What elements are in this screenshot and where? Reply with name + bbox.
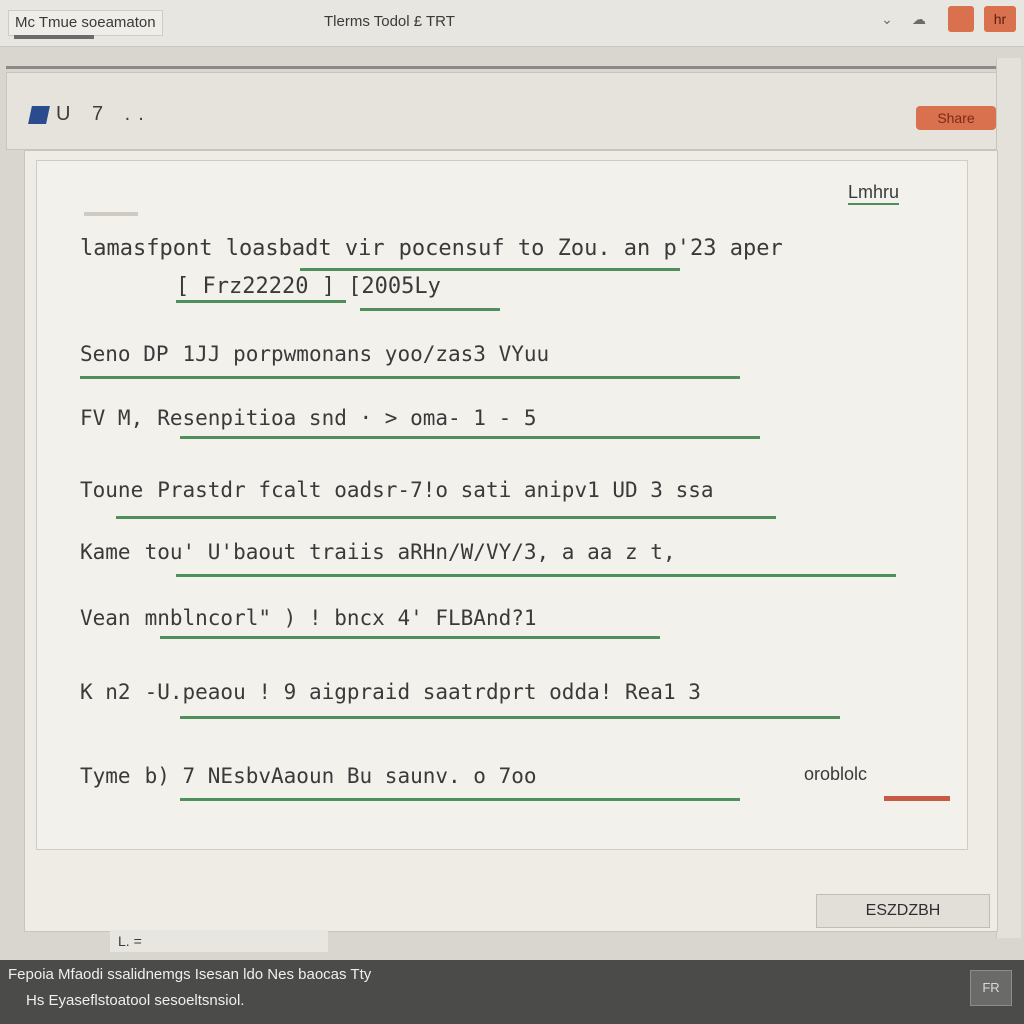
side-panel xyxy=(996,58,1021,938)
toolbar-tools-label: U 7 .. xyxy=(56,103,152,125)
document-line: K n2 -U.peaou ! 9 aigpraid saatrdprt odda… xyxy=(80,680,701,704)
document-line: Tyme b) 7 NEsbvAaoun Bu saunv. o 7oo xyxy=(80,764,537,788)
line-label: FV M, xyxy=(80,406,144,430)
line-label: Seno DP xyxy=(80,342,169,366)
green-underline xyxy=(180,436,760,439)
close-button[interactable]: hr xyxy=(984,6,1016,32)
line-label: K n2 xyxy=(80,680,131,704)
line-label: lamasfpont loasbadt vir xyxy=(80,236,385,261)
document-line: FV M, Resenpitioa snd · > oma- 1 - 5 xyxy=(80,406,537,430)
document-line: [ Frz22220 ] [2005Ly xyxy=(176,274,441,299)
line-value: Prastdr fcalt oadsr-7!o sati anipv1 UD 3… xyxy=(157,478,714,502)
toolbar-divider xyxy=(6,66,1016,69)
toolbar-tools[interactable]: U 7 .. xyxy=(28,98,152,130)
line-value: mnblncorl" ) ! bncx 4' FLBAnd?1 xyxy=(144,606,537,630)
document-line: Kame tou' U'baout traiis aRHn/W/VY/3, a a… xyxy=(80,540,676,564)
line-value: pocensuf to Zou. an p'23 aper xyxy=(398,236,783,261)
document-panel xyxy=(36,160,968,850)
window-title: Tlerms Todol £ TRT xyxy=(324,13,455,30)
line-label: Tyme xyxy=(80,764,131,788)
line-value: 1JJ porpwmonans yoo/zas3 VYuu xyxy=(182,342,550,366)
green-underline xyxy=(360,308,500,311)
line-label: Toune xyxy=(80,478,144,502)
app-title-underline xyxy=(14,35,94,39)
green-underline xyxy=(176,574,896,577)
status-subtext: Hs Eyaseflstoatool sesoeltsnsiol. xyxy=(26,992,245,1009)
cloud-icon[interactable]: ☁ xyxy=(906,6,932,32)
app-logo-icon[interactable] xyxy=(28,105,50,124)
document-line: Toune Prastdr fcalt oadsr-7!o sati anipv1… xyxy=(80,478,714,502)
app-title: Mc Tmue soeamaton xyxy=(8,10,163,36)
status-icon[interactable]: FR xyxy=(970,970,1012,1006)
green-underline xyxy=(116,516,776,519)
document-note: oroblolc xyxy=(804,764,868,784)
line-value: Resenpitioa snd · > oma- 1 - 5 xyxy=(157,406,537,430)
green-underline xyxy=(160,636,660,639)
footer-label: L. = xyxy=(110,930,328,952)
line-value: tou' U'baout traiis aRHn/W/VY/3, a aa z … xyxy=(144,540,676,564)
share-button[interactable]: Share xyxy=(916,106,996,130)
green-underline xyxy=(180,798,740,801)
confirm-button[interactable]: ESZDZBH xyxy=(816,894,990,928)
green-underline xyxy=(180,716,840,719)
document-line: Vean mnblncorl" ) ! bncx 4' FLBAnd?1 xyxy=(80,606,537,630)
chevron-down-icon[interactable]: ⌄ xyxy=(874,6,900,32)
line-label: Kame xyxy=(80,540,131,564)
line-value: [ Frz22220 ] [2005Ly xyxy=(176,274,441,299)
document-line: lamasfpont loasbadt vir pocensuf to Zou. … xyxy=(80,236,783,261)
document-line: Seno DP 1JJ porpwmonans yoo/zas3 VYuu xyxy=(80,342,549,366)
note-underline xyxy=(884,796,950,801)
green-underline xyxy=(300,268,680,271)
green-underline xyxy=(176,300,346,303)
status-text: Fepoia Mfaodi ssalidnemgs Isesan ldo Nes… xyxy=(8,966,372,983)
line-value: b) 7 NEsbvAaoun Bu saunv. o 7oo xyxy=(144,764,537,788)
document-badge: Lmhru xyxy=(848,182,900,205)
document-marker xyxy=(84,212,138,216)
line-value: -U.peaou ! 9 aigpraid saatrdprt odda! Re… xyxy=(144,680,701,704)
line-label: Vean xyxy=(80,606,131,630)
toolbar xyxy=(6,72,1018,150)
green-underline xyxy=(80,376,740,379)
minimize-button[interactable] xyxy=(948,6,974,32)
